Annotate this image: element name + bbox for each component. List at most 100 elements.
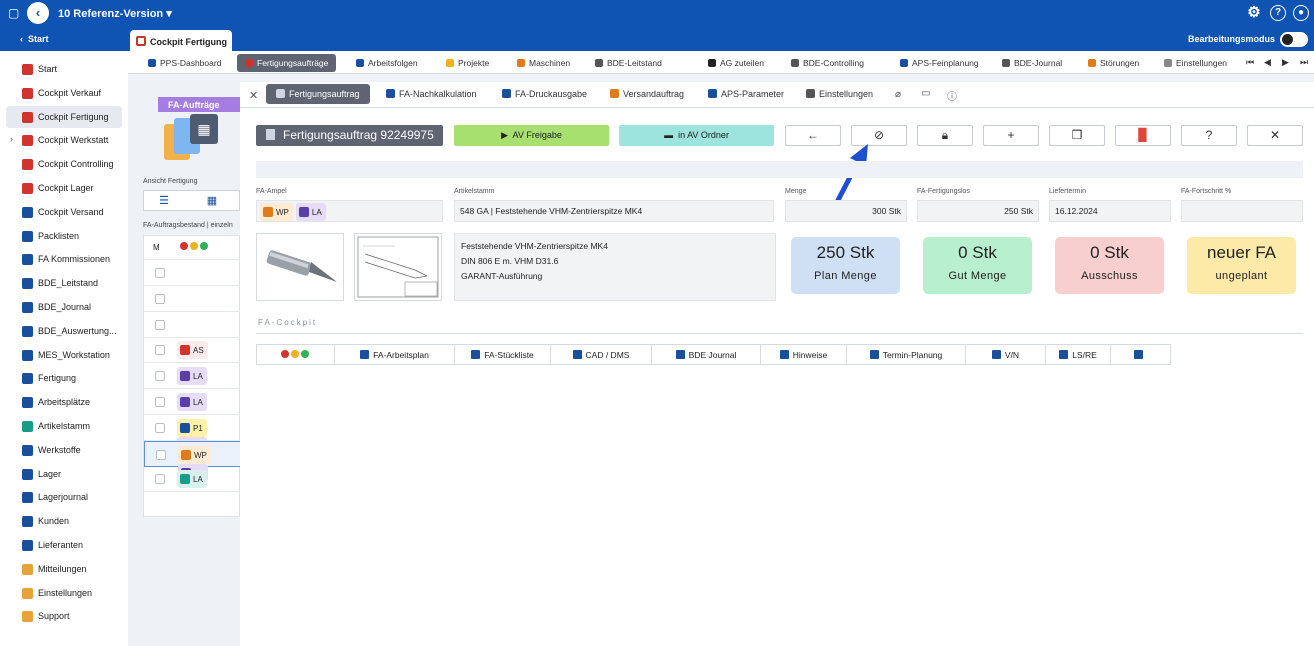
tab-next-icon[interactable]: ▶ — [1282, 57, 1289, 68]
info-icon[interactable]: ⓘ — [947, 88, 957, 103]
cockpit-button-1[interactable]: FA-Stückliste — [455, 345, 551, 364]
article-drawing[interactable] — [354, 233, 442, 301]
close-button[interactable]: ✕ — [1247, 125, 1303, 146]
table-row[interactable]: LA — [144, 363, 241, 390]
artikel-field[interactable]: 548 GA | Feststehende VHM-Zentrierspitze… — [454, 200, 774, 222]
kpi-card-0[interactable]: 250 Stk Plan Menge — [791, 237, 900, 294]
delete-button[interactable]: ▉ — [1115, 125, 1171, 146]
cockpit-button-8[interactable] — [1111, 345, 1171, 364]
sidebar-item-12[interactable]: MES_Workstation — [0, 344, 128, 366]
user-icon[interactable]: ● — [1293, 5, 1309, 21]
sidebar-item-17[interactable]: Lager — [0, 463, 128, 485]
list-view-icon[interactable]: ☰ — [144, 194, 184, 207]
expand-chevron-icon[interactable]: › — [10, 134, 13, 144]
detail-tab-2[interactable]: FA-Druckausgabe — [502, 84, 587, 104]
row-checkbox[interactable] — [155, 319, 165, 330]
cockpit-button-0[interactable]: FA-Arbeitsplan — [335, 345, 455, 364]
row-checkbox[interactable] — [155, 397, 165, 407]
mode-toggle[interactable] — [1280, 32, 1308, 47]
table-row[interactable] — [144, 286, 241, 312]
row-checkbox[interactable] — [155, 345, 165, 356]
row-checkbox[interactable] — [155, 422, 165, 433]
help-icon[interactable]: ? — [1270, 5, 1286, 21]
table-row[interactable] — [144, 312, 241, 338]
gear-icon[interactable]: ⚙ — [1246, 5, 1262, 21]
comment-icon[interactable]: ▭ — [921, 88, 930, 99]
help-button[interactable]: ? — [1181, 125, 1237, 146]
calendar-view-icon[interactable]: ▦ — [192, 194, 232, 207]
cockpit-button-4[interactable]: Hinweise — [761, 345, 847, 364]
sidebar-item-22[interactable]: Einstellungen — [0, 582, 128, 604]
app-logo[interactable]: ‹ — [27, 2, 49, 24]
cockpit-button-2[interactable]: CAD / DMS — [551, 345, 652, 364]
sidebar-item-7[interactable]: Packlisten — [0, 225, 128, 247]
table-row[interactable]: P1LA — [144, 415, 241, 455]
av-ordner-button[interactable]: ▬ in AV Ordner — [619, 125, 774, 146]
kpi-card-2[interactable]: 0 Stk Ausschuss — [1055, 237, 1164, 294]
kpi-card-1[interactable]: 0 Stk Gut Menge — [923, 237, 1032, 294]
tab-1[interactable]: Fertigungsaufträge — [237, 54, 337, 72]
cockpit-button-5[interactable]: Termin-Planung — [847, 345, 966, 364]
sidebar-item-15[interactable]: Artikelstamm — [0, 415, 128, 437]
table-row[interactable]: LA — [144, 466, 241, 493]
sidebar-item-3[interactable]: › Cockpit Werkstatt — [0, 129, 128, 151]
tab-scroll-left-icon[interactable]: ⏮ — [1246, 57, 1254, 68]
sidebar-item-18[interactable]: Lagerjournal — [0, 486, 128, 508]
sidebar-item-1[interactable]: Cockpit Verkauf — [0, 82, 128, 104]
detail-tab-5[interactable]: Einstellungen — [806, 84, 873, 104]
tab-0[interactable]: PPS-Dashboard — [148, 54, 221, 72]
fa-title-button[interactable]: Fertigungsauftrag 92249975 — [256, 125, 443, 146]
back-button[interactable]: ← — [785, 125, 841, 146]
sidebar-item-4[interactable]: Cockpit Controlling — [0, 153, 128, 175]
tab-6[interactable]: AG zuteilen — [708, 54, 764, 72]
tab-3[interactable]: Projekte — [446, 54, 489, 72]
row-checkbox[interactable] — [155, 371, 165, 382]
tab-cockpit-fertigung[interactable]: Cockpit Fertigung — [130, 30, 232, 51]
row-checkbox[interactable] — [155, 474, 165, 485]
tab-9[interactable]: BDE-Journal — [1002, 54, 1062, 72]
cockpit-button-3[interactable]: BDE Journal — [652, 345, 761, 364]
cockpit-ampel-button[interactable] — [257, 345, 335, 364]
add-button[interactable]: + — [983, 125, 1039, 146]
lock-button[interactable]: 🔒︎ — [917, 125, 973, 146]
copy-button[interactable]: ❐ — [1049, 125, 1105, 146]
layout-toggle-icon[interactable]: ▢ — [8, 6, 19, 20]
los-field[interactable]: 250 Stk — [917, 200, 1039, 222]
tab-2[interactable]: Arbeitsfolgen — [356, 54, 418, 72]
tab-10[interactable]: Störungen — [1088, 54, 1139, 72]
attachment-icon[interactable]: ⌀ — [895, 89, 901, 100]
hide-button[interactable]: ⊘ — [851, 125, 907, 146]
sidebar-item-2[interactable]: Cockpit Fertigung — [6, 105, 122, 128]
detail-tab-0[interactable]: Fertigungsauftrag — [266, 84, 370, 104]
table-row[interactable]: AS — [144, 337, 241, 364]
tab-8[interactable]: APS-Feinplanung — [900, 54, 979, 72]
table-row[interactable] — [144, 260, 241, 286]
sidebar-item-5[interactable]: Cockpit Lager — [0, 177, 128, 199]
sidebar-item-13[interactable]: Fertigung — [0, 367, 128, 389]
detail-tab-1[interactable]: FA-Nachkalkulation — [386, 84, 477, 104]
tab-scroll-right-icon[interactable]: ⏭ — [1300, 57, 1308, 68]
sidebar-item-8[interactable]: FA Kommissionen — [0, 248, 128, 270]
tab-7[interactable]: BDE-Controlling — [791, 54, 864, 72]
liefertermin-field[interactable]: 16.12.2024 — [1049, 200, 1171, 222]
sidebar-item-23[interactable]: Support — [0, 605, 128, 627]
detail-tab-4[interactable]: APS-Parameter — [708, 84, 784, 104]
sidebar-item-21[interactable]: Mitteilungen — [0, 558, 128, 580]
sidebar-item-14[interactable]: Arbeitsplätze — [0, 391, 128, 413]
version-selector[interactable]: 10 Referenz-Version ▾ — [58, 7, 172, 20]
sidebar-item-20[interactable]: Lieferanten — [0, 534, 128, 556]
row-checkbox[interactable] — [156, 449, 166, 460]
row-checkbox[interactable] — [155, 293, 165, 304]
sidebar-item-6[interactable]: Cockpit Versand — [0, 201, 128, 223]
sidebar-item-0[interactable]: Start — [0, 58, 128, 80]
sidebar-item-10[interactable]: BDE_Journal — [0, 296, 128, 318]
back-start-link[interactable]: ‹ Start — [20, 34, 49, 44]
menge-field[interactable]: 300 Stk — [785, 200, 907, 222]
tab-5[interactable]: BDE-Leitstand — [595, 54, 662, 72]
fortschritt-field[interactable] — [1181, 200, 1303, 222]
detail-tab-3[interactable]: Versandauftrag — [610, 84, 684, 104]
sidebar-item-16[interactable]: Werkstoffe — [0, 439, 128, 461]
sidebar-item-11[interactable]: BDE_Auswertung... — [0, 320, 128, 342]
tab-11[interactable]: Einstellungen — [1164, 54, 1227, 72]
close-panel-icon[interactable]: ✕ — [249, 89, 258, 102]
